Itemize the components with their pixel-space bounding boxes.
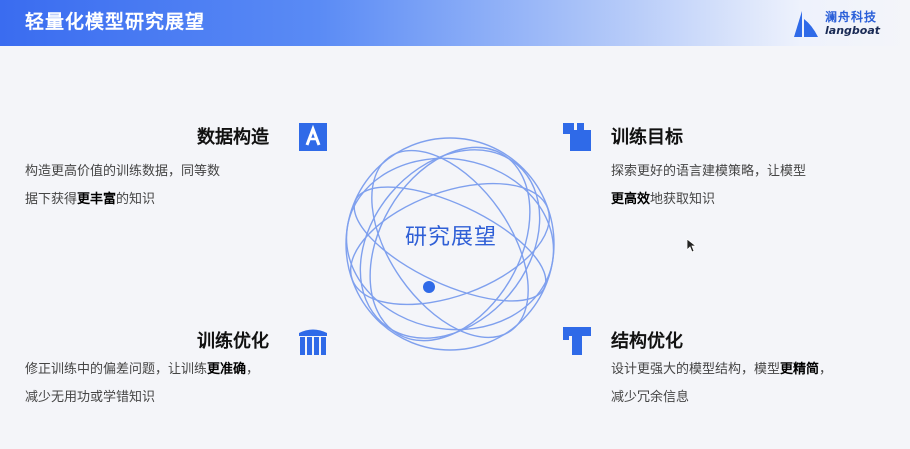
section-title-goal: 训练目标 — [611, 127, 683, 148]
section-title-train: 训练优化 — [197, 331, 269, 352]
logo-english-text: langboat — [825, 24, 881, 37]
desc-line: 更高效地获取知识 — [611, 192, 716, 207]
section-desc-goal: 探索更好的语言建模策略，让模型 更高效地获取知识 — [611, 158, 891, 214]
company-logo: 澜舟科技 langboat — [788, 7, 903, 41]
letter-t-icon — [563, 327, 591, 355]
page-title: 轻量化模型研究展望 — [25, 11, 206, 33]
desc-line: 构造更高价值的训练数据，同等数 — [25, 164, 221, 179]
section-title-struct: 结构优化 — [611, 331, 683, 352]
desc-line: 减少无用功或学错知识 — [25, 390, 156, 405]
squares-icon — [563, 123, 591, 151]
section-desc-struct: 设计更强大的模型结构，模型更精简， 减少冗余信息 — [611, 356, 901, 412]
section-desc-data: 构造更高价值的训练数据，同等数 据下获得更丰富的知识 — [25, 158, 305, 214]
letter-a-icon — [299, 123, 327, 151]
section-desc-train: 修正训练中的偏差问题，让训练更准确， 减少无用功或学错知识 — [25, 356, 325, 412]
center-label: 研究展望 — [404, 225, 497, 250]
desc-line: 据下获得更丰富的知识 — [25, 192, 156, 207]
desc-line: 修正训练中的偏差问题，让训练更准确， — [25, 362, 260, 377]
logo-chinese-text: 澜舟科技 — [825, 10, 878, 24]
emphasis-text: 更精简 — [780, 362, 820, 377]
desc-line: 减少冗余信息 — [611, 390, 690, 405]
columns-icon — [299, 327, 327, 355]
emphasis-text: 更高效 — [611, 192, 651, 207]
mouse-cursor-icon — [686, 238, 698, 257]
emphasis-text: 更准确 — [207, 362, 247, 377]
section-title-data: 数据构造 — [197, 127, 269, 148]
header-bar: 轻量化模型研究展望 澜舟科技 langboat — [0, 0, 910, 46]
sphere-dot — [423, 281, 435, 293]
desc-line: 设计更强大的模型结构，模型更精简， — [611, 362, 833, 377]
desc-line: 探索更好的语言建模策略，让模型 — [611, 164, 807, 179]
emphasis-text: 更丰富 — [77, 192, 117, 207]
sail-logo-icon — [794, 11, 818, 37]
